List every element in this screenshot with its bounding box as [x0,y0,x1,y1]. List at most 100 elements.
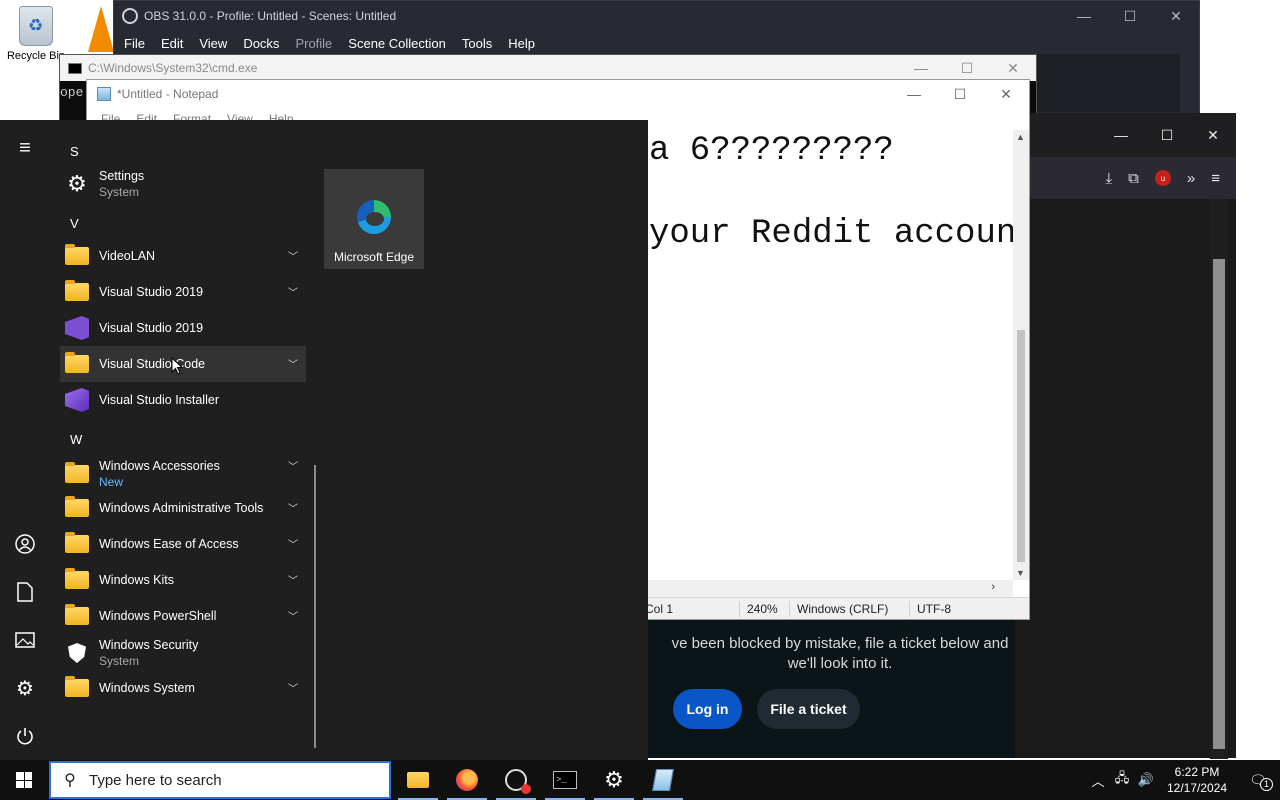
close-icon[interactable]: ✕ [1190,113,1236,157]
status-divider [739,601,740,617]
taskbar-firefox[interactable] [443,760,491,800]
hamburger-menu-icon[interactable]: ≡ [1211,170,1220,187]
app-folder-videolan[interactable]: VideoLAN ﹀ [60,238,306,274]
app-name: Windows Administrative Tools [99,501,264,515]
status-zoom: 240% [747,602,778,616]
recycle-bin-label: Recycle Bin [6,50,66,62]
obs-titlebar[interactable]: OBS 31.0.0 - Profile: Untitled - Scenes:… [114,1,1199,31]
firefox-icon [456,769,478,791]
obs-menu-profile[interactable]: Profile [287,36,340,51]
obs-menu-view[interactable]: View [191,36,235,51]
action-center-button[interactable]: 🗨 1 [1236,772,1280,791]
browser-titlebar[interactable]: — ☐ ✕ [1015,113,1236,157]
app-folder-windows-accessories[interactable]: Windows Accessories New ﹀ [60,454,306,494]
start-menu: ≡ ⚙ S ⚙ Settings System V VideoLAN ﹀ Visu… [0,120,648,760]
overflow-chevron-icon[interactable]: » [1187,170,1195,187]
minimize-icon[interactable]: — [891,80,937,108]
app-list-scrollbar[interactable] [314,465,316,748]
app-windows-security[interactable]: Windows Security System [60,634,306,672]
status-encoding: UTF-8 [917,602,951,616]
maximize-icon[interactable]: ☐ [944,55,990,81]
browser-scroll-thumb[interactable] [1213,259,1225,749]
search-input[interactable] [89,771,369,789]
app-folder-visual-studio-2019[interactable]: Visual Studio 2019 ﹀ [60,274,306,310]
close-icon[interactable]: ✕ [1153,1,1199,31]
notepad-titlebar[interactable]: *Untitled - Notepad — ☐ ✕ [87,80,1029,108]
app-folder-windows-system[interactable]: Windows System ﹀ [60,670,306,706]
app-folder-windows-kits[interactable]: Windows Kits ﹀ [60,562,306,598]
browser-scrollbar[interactable] [1210,199,1228,759]
cmd-title: C:\Windows\System32\cmd.exe [88,61,258,75]
pictures-icon[interactable] [13,628,37,652]
blocked-message-line1: ve been blocked by mistake, file a ticke… [671,635,1009,652]
ublock-icon[interactable]: u [1154,170,1171,186]
clock[interactable]: 6:22 PM 12/17/2024 [1158,764,1236,796]
chevron-down-icon: ﹀ [288,252,298,263]
obs-menu-tools[interactable]: Tools [454,36,500,51]
cmd-titlebar[interactable]: C:\Windows\System32\cmd.exe — ☐ ✕ [60,55,1036,81]
notepad-scroll-thumb[interactable] [1017,330,1025,562]
chevron-up-icon[interactable]: ︿ [1086,771,1110,790]
obs-menu-edit[interactable]: Edit [153,36,191,51]
start-rail: ≡ ⚙ [0,120,50,760]
obs-menu-scene-collection[interactable]: Scene Collection [340,36,454,51]
tile-label: Microsoft Edge [333,250,415,264]
hamburger-menu-icon[interactable]: ≡ [13,136,37,160]
app-visual-studio-installer[interactable]: Visual Studio Installer [60,382,306,418]
file-ticket-button[interactable]: File a ticket [757,689,860,729]
app-folder-windows-powershell[interactable]: Windows PowerShell ﹀ [60,598,306,634]
taskbar-notepad[interactable] [639,760,687,800]
app-name: Visual Studio 2019 [99,285,204,299]
volume-icon[interactable]: 🔊 [1134,772,1158,788]
status-position: Col 1 [645,602,674,616]
minimize-icon[interactable]: — [1098,113,1144,157]
maximize-icon[interactable]: ☐ [937,80,983,108]
vlc-desktop-icon[interactable] [88,6,114,52]
cmd-app-icon [68,62,82,74]
obs-menu-file[interactable]: File [116,36,153,51]
scroll-right-icon[interactable]: › [991,581,995,593]
settings-gear-icon[interactable]: ⚙ [13,676,37,700]
minimize-icon[interactable]: — [1061,1,1107,31]
app-name: VideoLAN [99,249,156,263]
minimize-icon[interactable]: — [898,55,944,81]
app-folder-windows-ease-of-access[interactable]: Windows Ease of Access ﹀ [60,526,306,562]
folder-icon [63,566,91,594]
letter-header-s[interactable]: S [70,144,79,159]
app-subtitle: System [99,185,140,199]
taskbar-search-box[interactable]: ⚲ [49,761,391,799]
app-folder-windows-administrative-tools[interactable]: Windows Administrative Tools ﹀ [60,490,306,526]
chevron-down-icon: ﹀ [288,684,298,695]
notepad-text-line: your Reddit account [649,215,1013,253]
user-account-icon[interactable] [13,532,37,556]
taskbar-obs[interactable] [492,760,540,800]
documents-icon[interactable] [13,580,37,604]
login-button[interactable]: Log in [673,689,742,729]
folder-icon [63,530,91,558]
taskbar-file-explorer[interactable] [394,760,442,800]
obs-menu-help[interactable]: Help [500,36,543,51]
taskbar-settings[interactable]: ⚙ [590,760,638,800]
tile-microsoft-edge[interactable]: Microsoft Edge [324,169,424,269]
recycle-bin-desktop-icon[interactable]: Recycle Bin [6,6,66,62]
taskbar-cmd[interactable]: >_ [541,760,589,800]
obs-window-controls: — ☐ ✕ [1061,1,1199,31]
close-icon[interactable]: ✕ [983,80,1029,108]
maximize-icon[interactable]: ☐ [1107,1,1153,31]
app-settings[interactable]: ⚙ Settings System [60,166,306,202]
network-icon[interactable]: 🖧 [1110,769,1134,791]
start-button[interactable] [0,760,48,800]
notepad-vertical-scrollbar[interactable]: ▲ ▼ [1013,130,1029,580]
letter-header-v[interactable]: V [70,216,79,231]
maximize-icon[interactable]: ☐ [1144,113,1190,157]
app-visual-studio-2019[interactable]: Visual Studio 2019 [60,310,306,346]
scroll-up-icon[interactable]: ▲ [1016,132,1025,142]
extensions-icon[interactable]: ⧉ [1128,170,1139,187]
obs-menu-docks[interactable]: Docks [235,36,287,51]
app-folder-visual-studio-code[interactable]: Visual Studio Code ﹀ [60,346,306,382]
download-icon[interactable]: ⤓ [1106,170,1113,187]
close-icon[interactable]: ✕ [990,55,1036,81]
letter-header-w[interactable]: W [70,432,82,447]
scroll-down-icon[interactable]: ▼ [1016,568,1025,578]
power-icon[interactable] [13,724,37,748]
